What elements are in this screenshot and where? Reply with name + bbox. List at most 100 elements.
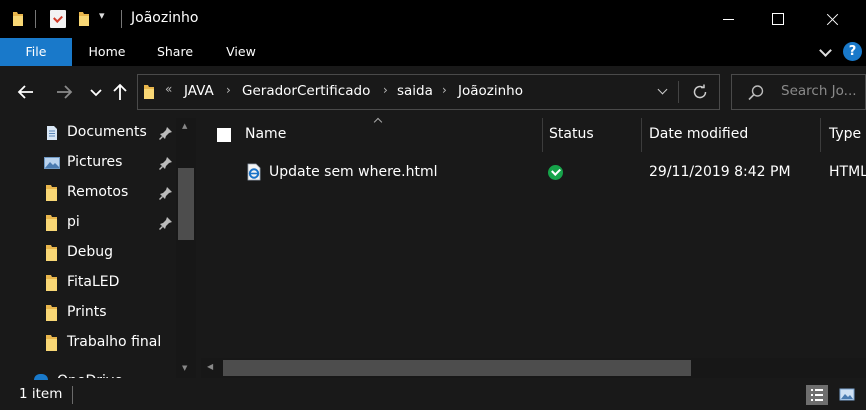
column-name[interactable]: Name	[245, 118, 286, 152]
column-type[interactable]: Type	[829, 118, 861, 152]
sidebar-item-remotos[interactable]: Remotos	[0, 178, 176, 208]
help-icon[interactable]: ?	[843, 42, 862, 61]
address-bar[interactable]: « JAVA › GeradorCertificado › saida › Jo…	[137, 74, 720, 110]
navigation-bar: « JAVA › GeradorCertificado › saida › Jo…	[0, 66, 866, 118]
folder-icon	[46, 215, 57, 231]
window-title: Joãozinho	[131, 10, 199, 26]
tab-view[interactable]: View	[216, 38, 266, 66]
navigation-pane: Documents Pictures Remotos pi Debug Fita…	[0, 118, 196, 378]
folder-icon	[144, 85, 154, 99]
folder-icon	[46, 305, 57, 321]
sidebar-item-label: Pictures	[67, 154, 123, 170]
up-button[interactable]	[108, 80, 132, 104]
scroll-up-icon[interactable]: ▲	[182, 122, 187, 130]
column-divider[interactable]	[820, 118, 821, 152]
pin-icon[interactable]	[159, 186, 173, 200]
folder-icon	[46, 275, 57, 291]
maximize-button[interactable]	[754, 0, 800, 38]
expand-ribbon-icon[interactable]	[818, 45, 832, 59]
folder-icon	[46, 245, 57, 261]
breadcrumb-overflow[interactable]: «	[165, 82, 172, 96]
pictures-icon	[44, 157, 60, 169]
sidebar-item-documents[interactable]: Documents	[0, 118, 176, 148]
column-status[interactable]: Status	[549, 118, 594, 152]
column-divider[interactable]	[542, 118, 543, 152]
folder-icon	[46, 335, 57, 351]
sidebar-item-trabalho-final[interactable]: Trabalho final	[0, 328, 176, 358]
title-separator	[121, 10, 122, 28]
sidebar-item-pictures[interactable]: Pictures	[0, 148, 176, 178]
documents-icon	[47, 126, 57, 140]
sidebar-item-label: Debug	[67, 244, 114, 260]
edge-html-file-icon	[247, 163, 261, 181]
file-type: HTML	[829, 164, 866, 180]
title-bar: ▾ Joãozinho	[0, 0, 866, 38]
status-bar: 1 item	[0, 380, 866, 410]
folder-icon	[46, 185, 57, 201]
minimize-button[interactable]	[706, 0, 752, 38]
quick-access-dropdown[interactable]: ▾	[99, 9, 105, 22]
back-button[interactable]	[14, 80, 38, 104]
properties-icon[interactable]	[50, 10, 66, 28]
pin-icon[interactable]	[159, 126, 173, 140]
recent-locations-button[interactable]	[84, 80, 104, 104]
details-view-icon[interactable]	[806, 385, 828, 405]
folder-icon	[13, 12, 23, 26]
breadcrumb-saida[interactable]: saida	[397, 83, 433, 99]
arrow-left-icon	[17, 85, 33, 99]
sidebar-item-onedrive[interactable]: OneDrive	[57, 370, 123, 378]
search-box[interactable]	[731, 74, 866, 110]
sidebar-item-fitaled[interactable]: FitaLED	[0, 268, 176, 298]
sidebar-scroll-thumb[interactable]	[178, 168, 194, 240]
sidebar-scrollbar[interactable]: ▲ ▼	[176, 118, 196, 378]
sort-ascending-icon	[373, 118, 383, 124]
new-folder-icon[interactable]	[78, 11, 90, 27]
breadcrumb-separator[interactable]: ›	[383, 83, 388, 97]
breadcrumb-joaozinho[interactable]: Joãozinho	[458, 83, 523, 99]
search-icon	[748, 85, 764, 101]
address-divider	[678, 81, 679, 103]
arrow-right-icon	[57, 85, 73, 99]
sidebar-item-label: FitaLED	[67, 274, 120, 290]
item-count: 1 item	[19, 386, 63, 402]
sidebar-item-label: Documents	[67, 124, 147, 140]
scroll-left-icon[interactable]: ◀	[207, 362, 213, 371]
close-button[interactable]	[810, 0, 856, 38]
column-divider[interactable]	[641, 118, 642, 152]
file-name[interactable]: Update sem where.html	[269, 164, 438, 180]
sidebar-item-label: Prints	[67, 304, 107, 320]
breadcrumb-java[interactable]: JAVA	[184, 83, 214, 99]
sidebar-item-label: Trabalho final	[67, 334, 162, 350]
refresh-icon[interactable]	[691, 83, 709, 101]
tab-file[interactable]: File	[0, 38, 72, 66]
title-separator	[35, 10, 36, 28]
column-header: Name Status Date modified Type	[201, 118, 866, 152]
pin-icon[interactable]	[159, 216, 173, 230]
search-input[interactable]	[781, 83, 863, 99]
ribbon: File Home Share View ?	[0, 38, 866, 66]
breadcrumb-geradorcertificado[interactable]: GeradorCertificado	[242, 83, 370, 99]
scroll-down-icon[interactable]: ▼	[182, 364, 187, 372]
sidebar-item-pi[interactable]: pi	[0, 208, 176, 238]
file-row[interactable]: Update sem where.html 29/11/2019 8:42 PM…	[201, 156, 866, 188]
pin-icon[interactable]	[159, 156, 173, 170]
column-date-modified[interactable]: Date modified	[649, 118, 748, 152]
sidebar-item-prints[interactable]: Prints	[0, 298, 176, 328]
breadcrumb-separator[interactable]: ›	[226, 83, 231, 97]
sync-status-icon	[548, 165, 563, 180]
status-separator	[72, 386, 73, 404]
file-list-scroll-thumb[interactable]	[223, 360, 691, 376]
breadcrumb-separator[interactable]: ›	[442, 83, 447, 97]
sidebar-item-label: pi	[67, 214, 80, 230]
tab-home[interactable]: Home	[80, 38, 134, 66]
large-icons-view-icon[interactable]	[836, 385, 858, 405]
file-list-scrollbar[interactable]: ◀	[201, 358, 866, 378]
forward-button[interactable]	[52, 80, 76, 104]
arrow-up-icon	[113, 83, 127, 100]
address-history-dropdown[interactable]	[656, 85, 670, 99]
select-all-checkbox[interactable]	[217, 128, 231, 142]
sidebar-item-debug[interactable]: Debug	[0, 238, 176, 268]
file-date-modified: 29/11/2019 8:42 PM	[649, 164, 791, 180]
chevron-down-icon	[90, 89, 102, 97]
tab-share[interactable]: Share	[150, 38, 200, 66]
